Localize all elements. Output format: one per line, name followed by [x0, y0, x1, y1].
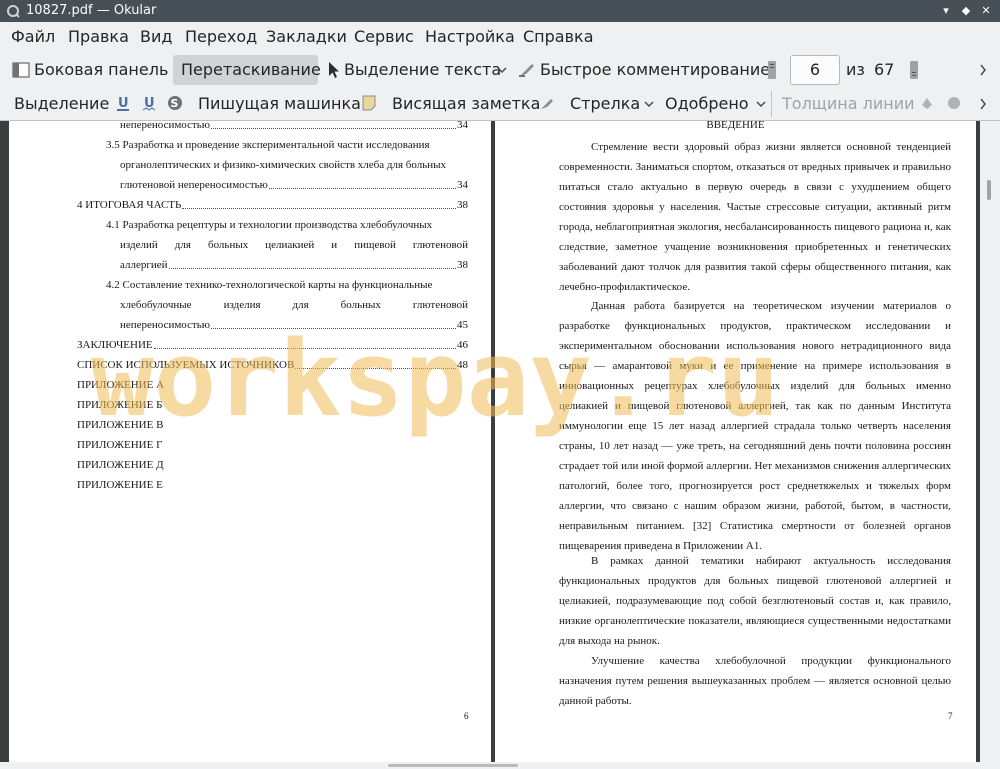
page-total-label: 67	[874, 60, 895, 79]
toolbar-overflow-icon[interactable]	[979, 64, 987, 76]
next-page-icon[interactable]	[908, 60, 920, 80]
toc-entry-cont: изделий для больных целиакией и пищевой …	[120, 239, 468, 251]
chevron-down-icon[interactable]	[644, 101, 654, 107]
horizontal-scrollbar-thumb[interactable]	[388, 764, 518, 767]
text-selection-label: Выделение текста	[344, 60, 502, 79]
toc-entry[interactable]: глютеновой непереносимостью 34	[120, 175, 468, 195]
squiggly-underline-icon[interactable]: U	[142, 95, 156, 111]
quick-comment-label: Быстрое комментирование	[540, 60, 771, 79]
underline-icon[interactable]: U	[116, 95, 130, 111]
body-paragraph: Улучшение качества хлебобулочной продукц…	[559, 655, 951, 707]
typewriter-button[interactable]: Пишущая машинка	[198, 94, 361, 113]
svg-text:S: S	[171, 97, 179, 110]
sidebar-button[interactable]: Боковая панель	[12, 60, 168, 79]
line-width-button[interactable]: Толщина линии	[782, 94, 915, 113]
text-selection-button[interactable]: Выделение текста	[328, 60, 501, 79]
svg-text:U: U	[118, 96, 129, 111]
menu-bar: Файл Правка Вид Переход Закладки Сервис …	[0, 22, 1000, 52]
window-title: 10827.pdf — Okular	[26, 3, 157, 18]
menu-edit[interactable]: Правка	[68, 27, 129, 46]
toc-entry[interactable]: 4.2 Составление технико-технологической …	[106, 275, 432, 295]
okular-app-icon	[7, 5, 20, 18]
drag-mode-label: Перетаскивание	[181, 60, 321, 79]
toc-entry[interactable]: ПРИЛОЖЕНИЕ Д	[77, 455, 164, 475]
strikeout-icon[interactable]: S	[167, 95, 183, 111]
arrow-tool-icon[interactable]	[539, 95, 555, 111]
quick-comment-button[interactable]: Быстрое комментирование	[518, 60, 770, 79]
chevron-down-icon[interactable]	[497, 67, 507, 73]
minimize-icon[interactable]: ▾	[938, 3, 954, 19]
selection-tool-button[interactable]: Выделение	[14, 94, 109, 113]
cursor-icon	[329, 61, 339, 78]
previous-page-icon[interactable]	[766, 60, 778, 80]
page-of-label: из	[846, 60, 865, 79]
arrow-tool-button[interactable]: Стрелка	[570, 94, 640, 113]
color-fill-icon[interactable]	[919, 95, 935, 111]
page-number: 6	[464, 711, 469, 721]
page-number-input[interactable]: 6	[790, 55, 840, 85]
menu-settings[interactable]: Настройка	[425, 27, 515, 46]
toc-entry[interactable]: 4.1 Разработка рецептуры и технологии пр…	[106, 215, 432, 235]
toc-entry[interactable]: 4 ИТОГОВАЯ ЧАСТЬ 38	[77, 195, 468, 215]
menu-bookmarks[interactable]: Закладки	[266, 27, 347, 46]
toc-entry[interactable]: 3.5 Разработка и проведение эксперимента…	[106, 135, 430, 155]
vertical-scrollbar[interactable]	[980, 121, 1000, 762]
menu-go[interactable]: Переход	[185, 27, 257, 46]
toc-entry[interactable]: непереносимостью 34	[120, 121, 468, 135]
maximize-icon[interactable]: ◆	[958, 3, 974, 19]
highlighter-icon	[519, 63, 534, 77]
drag-mode-button[interactable]: Перетаскивание	[181, 60, 321, 79]
watermark: workspay.ru	[91, 318, 780, 440]
body-paragraph: Стремление вести здоровый образ жизни яв…	[559, 141, 951, 293]
opacity-icon[interactable]	[946, 95, 962, 111]
toc-entry[interactable]: аллергией 38	[120, 255, 468, 275]
toolbar-separator	[771, 91, 772, 117]
toc-entry-cont: органолептических и физико-химических св…	[120, 159, 447, 171]
chevron-down-icon[interactable]	[756, 101, 766, 107]
stamp-approved-button[interactable]: Одобрено	[665, 94, 749, 113]
page-number: 7	[948, 711, 953, 721]
body-paragraph: В рамках данной тематики набирают актуал…	[559, 555, 951, 647]
close-icon[interactable]: ✕	[978, 3, 994, 19]
toolbar-overflow-icon[interactable]	[979, 98, 987, 110]
menu-tools[interactable]: Сервис	[354, 27, 414, 46]
scrollbar-thumb[interactable]	[987, 180, 991, 200]
toc-entry[interactable]: ПРИЛОЖЕНИЕ Е	[77, 475, 163, 495]
sidebar-icon	[12, 62, 30, 77]
page-6[interactable]: непереносимостью 34 3.5 Разработка и пров…	[9, 121, 491, 762]
toc-entry-cont: хлебобулочные изделия для больных глютен…	[120, 299, 468, 311]
menu-file[interactable]: Файл	[11, 27, 55, 46]
pinned-note-button[interactable]: Висящая заметка	[392, 94, 540, 113]
menu-view[interactable]: Вид	[140, 27, 172, 46]
sidebar-button-label: Боковая панель	[34, 60, 169, 79]
section-heading: ВВЕДЕНИЕ	[706, 121, 765, 131]
page-7[interactable]: ВВЕДЕНИЕ Стремление вести здоровый образ…	[495, 121, 976, 762]
title-bar: 10827.pdf — Okular ▾ ◆ ✕	[0, 0, 1000, 22]
note-icon[interactable]	[362, 95, 376, 111]
menu-help[interactable]: Справка	[523, 27, 594, 46]
